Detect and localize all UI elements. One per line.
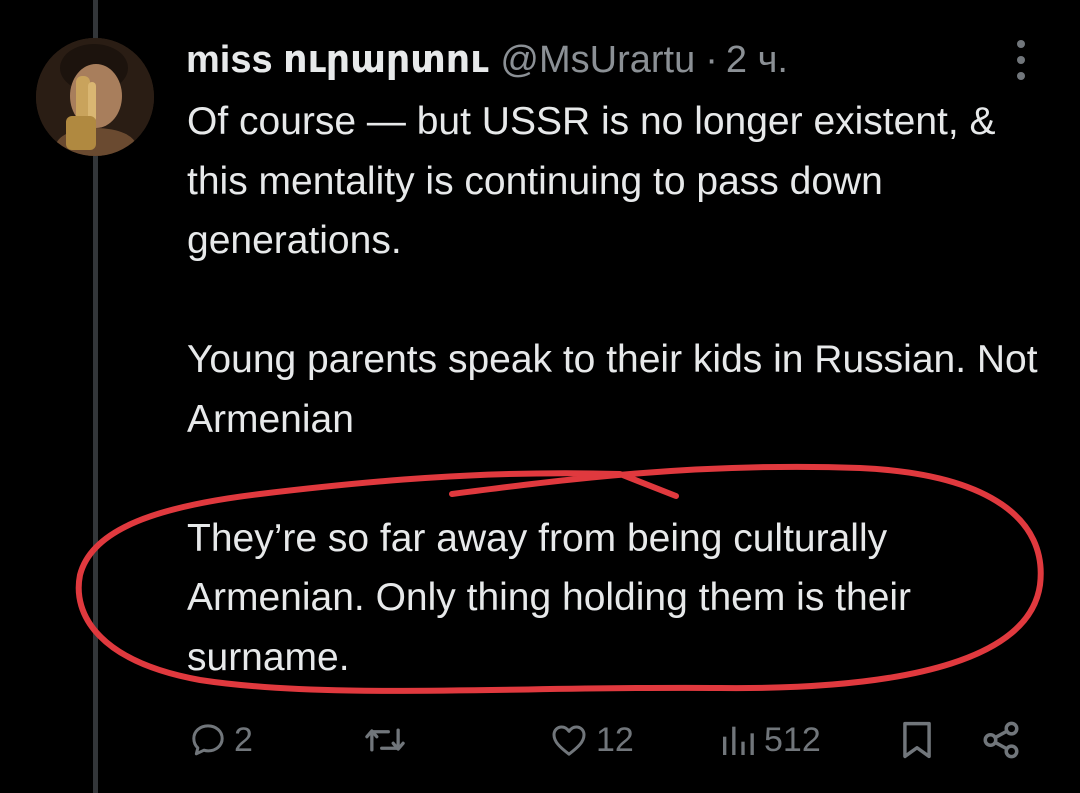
- bookmark-icon: [903, 721, 931, 759]
- views-chart-icon: [723, 726, 754, 755]
- reply-icon: [192, 724, 224, 756]
- more-vertical-icon-dot: [1017, 72, 1025, 80]
- tweet-paragraph: Young parents speak to their kids in Rus…: [187, 338, 1038, 441]
- reply-button[interactable]: 2: [188, 712, 253, 768]
- retweet-button[interactable]: [362, 712, 408, 768]
- tweet-paragraph: They’re so far away from being culturall…: [187, 516, 912, 679]
- avatar-photo: [36, 38, 154, 156]
- more-vertical-icon-dot: [1017, 56, 1025, 64]
- retweet-icon: [365, 728, 405, 752]
- views-button[interactable]: 512: [718, 712, 821, 768]
- like-count: 12: [596, 720, 634, 759]
- heart-icon: [552, 725, 586, 756]
- header-separator: ·: [705, 39, 718, 81]
- share-button[interactable]: [980, 712, 1022, 768]
- share-icon: [983, 721, 1019, 759]
- tweet-text: Of course — but USSR is no longer existe…: [187, 92, 1057, 687]
- reply-count: 2: [234, 720, 253, 759]
- tweet-paragraph: Of course — but USSR is no longer existe…: [187, 100, 996, 262]
- more-options-button[interactable]: [1008, 40, 1034, 80]
- display-name[interactable]: miss ուրարտու: [186, 32, 488, 88]
- tweet-timestamp[interactable]: 2 ч.: [726, 32, 788, 88]
- bookmark-button[interactable]: [898, 712, 936, 768]
- tweet-header: miss ուրարտու @MsUrartu · 2 ч.: [186, 32, 788, 88]
- tweet-actions: 2 12 512: [0, 712, 1080, 768]
- avatar[interactable]: [36, 38, 154, 156]
- like-button[interactable]: 12: [548, 712, 634, 768]
- user-handle[interactable]: @MsUrartu: [500, 32, 695, 88]
- more-vertical-icon: [1017, 40, 1025, 48]
- views-count: 512: [764, 720, 821, 759]
